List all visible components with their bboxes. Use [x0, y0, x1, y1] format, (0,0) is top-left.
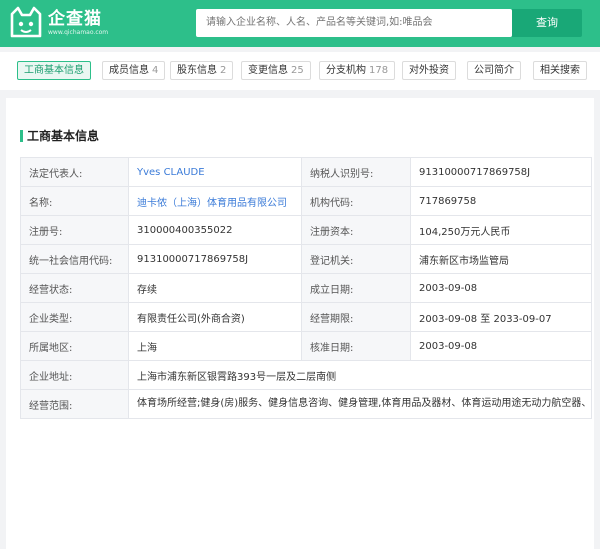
org-code-label: 机构代码:: [301, 186, 411, 216]
company-name-link[interactable]: 迪卡侬（上海）体育用品有限公司: [128, 186, 302, 216]
site-logo[interactable]: 企查猫 www.qichamao.com: [8, 6, 108, 40]
logo-name: 企查猫: [48, 9, 102, 29]
approved-value: 2003-09-08: [410, 331, 592, 361]
tab-branches[interactable]: 分支机构 178: [319, 61, 396, 80]
taxpayer-label: 纳税人识别号:: [301, 157, 411, 187]
table-row: 法定代表人: Yves CLAUDE 纳税人识别号: 9131000071786…: [20, 157, 592, 187]
name-label: 名称:: [20, 186, 129, 216]
tab-basic-info[interactable]: 工商基本信息: [17, 61, 91, 80]
type-value: 有限责任公司(外商合资): [128, 302, 302, 332]
taxpayer-value: 91310000717869758J: [410, 157, 592, 187]
approved-label: 核准日期:: [301, 331, 411, 361]
credit-code-label: 统一社会信用代码:: [20, 244, 129, 274]
table-row: 企业地址: 上海市浦东新区银霄路393号一层及二层南侧: [20, 360, 592, 390]
authority-value: 浦东新区市场监管局: [410, 244, 592, 274]
org-code-value: 717869758: [410, 186, 592, 216]
tab-investments[interactable]: 对外投资: [402, 61, 456, 80]
region-value: 上海: [128, 331, 302, 361]
tab-related-search[interactable]: 相关搜索: [533, 61, 587, 80]
cat-logo-icon: [8, 6, 44, 40]
term-value: 2003-09-08 至 2033-09-07: [410, 302, 592, 332]
founded-value: 2003-09-08: [410, 273, 592, 303]
top-header: 企查猫 www.qichamao.com 查询: [0, 0, 600, 47]
capital-label: 注册资本:: [301, 215, 411, 245]
founded-label: 成立日期:: [301, 273, 411, 303]
tab-bar: 工商基本信息 成员信息 4 股东信息 2 变更信息 25 分支机构 178 对外投资 公…: [0, 52, 600, 90]
search-button[interactable]: 查询: [512, 9, 582, 37]
tab-changes[interactable]: 变更信息 25: [241, 61, 311, 80]
status-label: 经营状态:: [20, 273, 129, 303]
legal-rep-label: 法定代表人:: [20, 157, 129, 187]
basic-info-table: 法定代表人: Yves CLAUDE 纳税人识别号: 9131000071786…: [20, 157, 592, 419]
reg-no-label: 注册号:: [20, 215, 129, 245]
address-value: 上海市浦东新区银霄路393号一层及二层南侧: [128, 360, 592, 390]
credit-code-value: 91310000717869758J: [128, 244, 302, 274]
table-row: 名称: 迪卡侬（上海）体育用品有限公司 机构代码: 717869758: [20, 186, 592, 216]
logo-domain: www.qichamao.com: [48, 29, 109, 36]
table-row: 统一社会信用代码: 91310000717869758J 登记机关: 浦东新区市…: [20, 244, 592, 274]
capital-value: 104,250万元人民币: [410, 215, 592, 245]
section-title: 工商基本信息: [20, 129, 99, 143]
table-row: 所属地区: 上海 核准日期: 2003-09-08: [20, 331, 592, 361]
scope-value: 体育场所经营;健身(房)服务、健身信息咨询、健身管理,体育用品及器材、体育运动用…: [128, 389, 592, 419]
address-label: 企业地址:: [20, 360, 129, 390]
table-row: 注册号: 310000400355022 注册资本: 104,250万元人民币: [20, 215, 592, 245]
legal-rep-link[interactable]: Yves CLAUDE: [128, 157, 302, 187]
region-label: 所属地区:: [20, 331, 129, 361]
tab-shareholders[interactable]: 股东信息 2: [170, 61, 234, 80]
authority-label: 登记机关:: [301, 244, 411, 274]
scope-label: 经营范围:: [20, 389, 129, 419]
type-label: 企业类型:: [20, 302, 129, 332]
tab-company-profile[interactable]: 公司简介: [467, 61, 521, 80]
search-input[interactable]: [196, 9, 512, 37]
tab-members[interactable]: 成员信息 4: [102, 61, 166, 80]
table-row: 企业类型: 有限责任公司(外商合资) 经营期限: 2003-09-08 至 20…: [20, 302, 592, 332]
term-label: 经营期限:: [301, 302, 411, 332]
table-row: 经营范围: 体育场所经营;健身(房)服务、健身信息咨询、健身管理,体育用品及器材…: [20, 389, 592, 419]
status-value: 存续: [128, 273, 302, 303]
reg-no-value: 310000400355022: [128, 215, 302, 245]
basic-info-panel: 工商基本信息 法定代表人: Yves CLAUDE 纳税人识别号: 913100…: [6, 98, 594, 549]
table-row: 经营状态: 存续 成立日期: 2003-09-08: [20, 273, 592, 303]
